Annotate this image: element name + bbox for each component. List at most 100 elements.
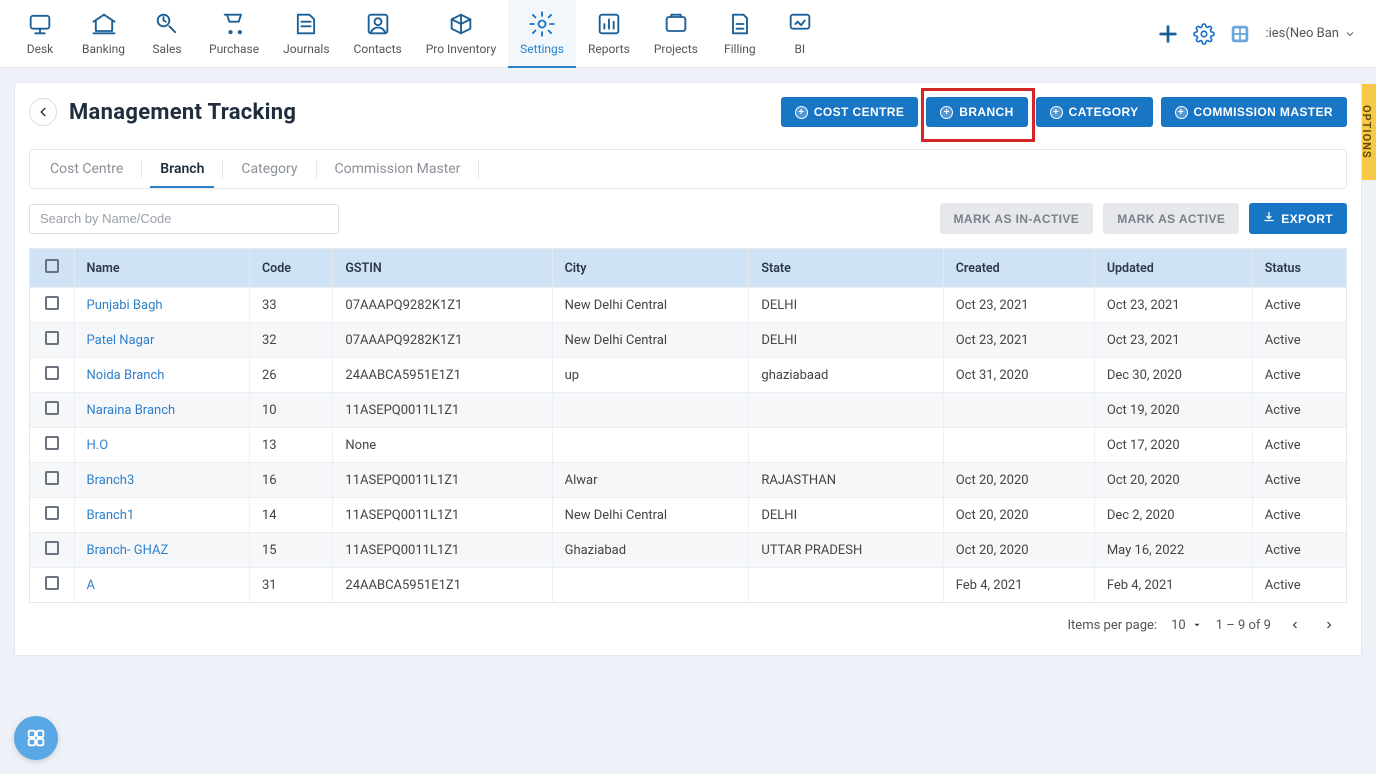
- table-row: Branch- GHAZ1511ASEPQ0011L1Z1GhaziabadUT…: [30, 533, 1346, 568]
- cell-gstin: None: [333, 428, 552, 463]
- cell-name[interactable]: Naraina Branch: [74, 393, 250, 428]
- cell-updated: Dec 30, 2020: [1094, 358, 1252, 393]
- cell-city: Alwar: [552, 463, 749, 498]
- cell-city: up: [552, 358, 749, 393]
- cell-state: [749, 568, 943, 603]
- apps-grid-icon: [25, 727, 47, 749]
- column-header-gstin[interactable]: GSTIN: [333, 249, 552, 288]
- nav-item-filling[interactable]: Filling: [710, 0, 770, 68]
- journals-icon: [292, 10, 320, 38]
- table-row: A3124AABCA5951E1Z1Feb 4, 2021Feb 4, 2021…: [30, 568, 1346, 603]
- nav-item-projects[interactable]: Projects: [642, 0, 710, 68]
- nav-label: Purchase: [209, 42, 259, 56]
- prev-page-button[interactable]: [1285, 615, 1305, 635]
- cell-status: Active: [1252, 323, 1346, 358]
- column-header-name[interactable]: Name: [74, 249, 250, 288]
- cell-name[interactable]: Branch1: [74, 498, 250, 533]
- nav-item-banking[interactable]: Banking: [70, 0, 137, 68]
- cell-name[interactable]: H.O: [74, 428, 250, 463]
- nav-item-journals[interactable]: Journals: [271, 0, 341, 68]
- nav-label: Sales: [152, 42, 181, 56]
- tab-commission-master[interactable]: Commission Master: [325, 151, 471, 187]
- tab-category[interactable]: Category: [231, 151, 307, 187]
- nav-item-settings[interactable]: Settings: [508, 0, 576, 68]
- filling-icon: [726, 10, 754, 38]
- add-branch-button[interactable]: + BRANCH: [926, 97, 1027, 127]
- nav-item-sales[interactable]: Sales: [137, 0, 197, 68]
- cell-name[interactable]: Patel Nagar: [74, 323, 250, 358]
- column-header-code[interactable]: Code: [250, 249, 333, 288]
- apps-fab-button[interactable]: [14, 716, 58, 760]
- header-action-buttons: + COST CENTRE + BRANCH + CATEGORY + COMM…: [781, 97, 1347, 127]
- calculator-icon[interactable]: [1229, 23, 1251, 45]
- search-input[interactable]: [29, 204, 339, 234]
- add-icon[interactable]: [1157, 23, 1179, 45]
- table-row: Naraina Branch1011ASEPQ0011L1Z1Oct 19, 2…: [30, 393, 1346, 428]
- row-checkbox[interactable]: [45, 331, 59, 345]
- tab-branch[interactable]: Branch: [150, 151, 214, 187]
- paginator: Items per page: 10 1 – 9 of 9: [29, 603, 1347, 635]
- row-checkbox[interactable]: [45, 541, 59, 555]
- cell-code: 16: [250, 463, 333, 498]
- branch-name-link[interactable]: Branch1: [87, 508, 135, 523]
- cell-state: DELHI: [749, 323, 943, 358]
- mark-inactive-button[interactable]: MARK AS IN-ACTIVE: [940, 203, 1094, 234]
- nav-item-reports[interactable]: Reports: [576, 0, 642, 68]
- cell-name[interactable]: Punjabi Bagh: [74, 288, 250, 323]
- nav-label: Desk: [27, 42, 54, 56]
- contacts-icon: [364, 10, 392, 38]
- next-page-button[interactable]: [1319, 615, 1339, 635]
- column-header-state[interactable]: State: [749, 249, 943, 288]
- cell-status: Active: [1252, 428, 1346, 463]
- row-checkbox[interactable]: [45, 576, 59, 590]
- branch-name-link[interactable]: Branch3: [87, 473, 135, 488]
- tab-separator: [478, 160, 479, 178]
- cell-status: Active: [1252, 463, 1346, 498]
- cell-name[interactable]: Noida Branch: [74, 358, 250, 393]
- add-commission-master-button[interactable]: + COMMISSION MASTER: [1161, 97, 1347, 127]
- cell-created: Feb 4, 2021: [943, 568, 1094, 603]
- row-checkbox[interactable]: [45, 436, 59, 450]
- tab-separator: [222, 160, 223, 178]
- cell-name[interactable]: A: [74, 568, 250, 603]
- row-checkbox[interactable]: [45, 471, 59, 485]
- column-header-updated[interactable]: Updated: [1094, 249, 1252, 288]
- export-button[interactable]: EXPORT: [1249, 203, 1347, 234]
- cell-updated: Oct 17, 2020: [1094, 428, 1252, 463]
- settings-gear-icon[interactable]: [1193, 23, 1215, 45]
- cell-name[interactable]: Branch- GHAZ: [74, 533, 250, 568]
- tab-cost-centre[interactable]: Cost Centre: [40, 151, 133, 187]
- card-header: Management Tracking + COST CENTRE + BRAN…: [29, 97, 1347, 127]
- cell-name[interactable]: Branch3: [74, 463, 250, 498]
- cell-state: UTTAR PRADESH: [749, 533, 943, 568]
- back-button[interactable]: [29, 98, 57, 126]
- nav-item-pro-inventory[interactable]: Pro Inventory: [414, 0, 508, 68]
- branch-name-link[interactable]: Branch- GHAZ: [87, 543, 169, 558]
- row-checkbox[interactable]: [45, 506, 59, 520]
- nav-item-contacts[interactable]: Contacts: [342, 0, 414, 68]
- column-header-city[interactable]: City: [552, 249, 749, 288]
- row-checkbox[interactable]: [45, 296, 59, 310]
- branch-name-link[interactable]: Patel Nagar: [87, 333, 155, 348]
- items-per-page-select[interactable]: 10: [1171, 618, 1202, 633]
- branch-name-link[interactable]: A: [87, 578, 95, 593]
- org-selector[interactable]: :ies(Neo Ban: [1265, 26, 1356, 41]
- branch-name-link[interactable]: H.O: [87, 438, 109, 453]
- add-cost-centre-button[interactable]: + COST CENTRE: [781, 97, 918, 127]
- nav-item-desk[interactable]: Desk: [10, 0, 70, 68]
- select-all-checkbox[interactable]: [45, 259, 59, 273]
- add-category-button[interactable]: + CATEGORY: [1036, 97, 1153, 127]
- nav-item-bi[interactable]: BI: [770, 0, 830, 68]
- branch-name-link[interactable]: Noida Branch: [87, 368, 165, 383]
- row-checkbox[interactable]: [45, 401, 59, 415]
- nav-item-purchase[interactable]: Purchase: [197, 0, 271, 68]
- branch-name-link[interactable]: Punjabi Bagh: [87, 298, 163, 313]
- branch-name-link[interactable]: Naraina Branch: [87, 403, 176, 418]
- nav-label: Projects: [654, 42, 698, 56]
- row-checkbox[interactable]: [45, 366, 59, 380]
- mark-active-button[interactable]: MARK AS ACTIVE: [1103, 203, 1239, 234]
- add-branch-label: BRANCH: [959, 105, 1013, 119]
- column-header-created[interactable]: Created: [943, 249, 1094, 288]
- cell-code: 15: [250, 533, 333, 568]
- column-header-status[interactable]: Status: [1252, 249, 1346, 288]
